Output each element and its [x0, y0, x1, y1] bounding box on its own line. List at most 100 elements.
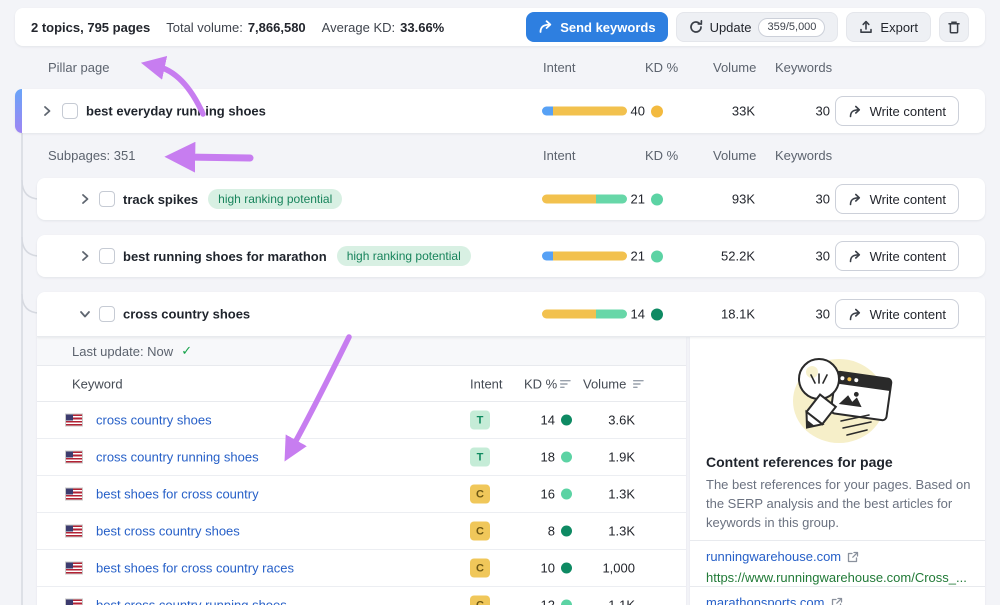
us-flag-icon	[65, 562, 83, 575]
keyword-table: Last update: Now ✓ Keyword Intent KD % V…	[37, 337, 686, 605]
last-update-text: Last update: Now	[72, 344, 173, 359]
pillar-page-row[interactable]: best everyday running shoes 40 33K 30 Wr…	[15, 89, 985, 133]
trash-icon[interactable]	[685, 412, 686, 428]
keyword-link[interactable]: best shoes for cross country races	[96, 561, 294, 576]
pillar-page-section-label: Pillar page	[48, 60, 109, 75]
subpages-section-label: Subpages: 351	[48, 148, 135, 163]
chevron-right-icon[interactable]	[78, 249, 92, 263]
column-header-intent: Intent	[543, 148, 576, 163]
pillar-page-title[interactable]: best everyday running shoes	[86, 104, 266, 119]
column-header-keywords: Keywords	[775, 60, 832, 75]
topics-pages-count: 2 topics, 795 pages	[31, 20, 150, 35]
chevron-right-icon[interactable]	[40, 104, 54, 118]
write-content-button[interactable]: Write content	[835, 184, 959, 214]
chevron-down-icon[interactable]	[78, 307, 92, 321]
divider	[690, 540, 985, 541]
keywords-cell: 30	[760, 192, 830, 207]
reference-domain-link[interactable]: runningwarehouse.com	[706, 549, 859, 564]
ranking-potential-badge: high ranking potential	[208, 189, 342, 209]
subpage-title[interactable]: best running shoes for marathon	[123, 249, 327, 264]
row-checkbox[interactable]	[99, 306, 115, 322]
keyword-table-header: Keyword Intent KD % Volume	[37, 366, 686, 402]
divider	[690, 586, 985, 587]
delete-button[interactable]	[939, 12, 969, 42]
lightbulb-pencil-illustration	[777, 349, 902, 452]
keyword-row: best cross country running shoes C 12 1.…	[37, 587, 686, 605]
keyword-link[interactable]: best shoes for cross country	[96, 487, 259, 502]
keyword-link[interactable]: cross country running shoes	[96, 450, 259, 465]
trash-icon[interactable]	[685, 523, 686, 539]
ranking-potential-badge: high ranking potential	[337, 246, 471, 266]
chevron-right-icon[interactable]	[78, 192, 92, 206]
total-volume-value: 7,866,580	[248, 20, 306, 35]
update-button[interactable]: Update 359/5,000	[676, 12, 839, 42]
trash-icon[interactable]	[685, 486, 686, 502]
header-intent: Intent	[470, 376, 503, 391]
keyword-row: best cross country shoes C 8 1.3K	[37, 513, 686, 550]
arrow-to-subpages	[184, 157, 250, 158]
header-volume: Volume	[583, 376, 626, 391]
subpage-title[interactable]: cross country shoes	[123, 307, 250, 322]
export-button[interactable]: Export	[846, 12, 931, 42]
column-header-intent: Intent	[543, 60, 576, 75]
kd-cell: 14	[573, 307, 663, 322]
keywords-cell: 30	[760, 104, 830, 119]
keyword-row: cross country shoes T 14 3.6K	[37, 402, 686, 439]
volume-cell: 52.2K	[685, 249, 755, 264]
kd-cell: 21	[573, 249, 663, 264]
last-update-bar: Last update: Now ✓	[37, 337, 686, 366]
us-flag-icon	[65, 414, 83, 427]
volume-cell: 1.9K	[557, 450, 635, 465]
row-checkbox[interactable]	[99, 191, 115, 207]
column-header-kd: KD %	[645, 60, 678, 75]
trash-icon[interactable]	[685, 449, 686, 465]
content-references-panel: Content references for page The best ref…	[690, 337, 985, 605]
kd-dot	[651, 308, 663, 320]
keyword-row: cross country running shoes T 18 1.9K	[37, 439, 686, 476]
external-link-icon	[847, 551, 859, 563]
kd-dot	[651, 105, 663, 117]
subpage-row-cross-country[interactable]: cross country shoes 14 18.1K 30 Write co…	[37, 292, 985, 337]
sort-icon[interactable]	[633, 376, 644, 391]
sort-icon[interactable]	[560, 376, 571, 391]
trash-icon[interactable]	[685, 560, 686, 576]
us-flag-icon	[65, 488, 83, 501]
kd-dot	[651, 250, 663, 262]
check-icon: ✓	[181, 343, 192, 359]
keyword-strategy-builder-page: 2 topics, 795 pages Total volume: 7,866,…	[0, 0, 1000, 605]
export-icon	[859, 20, 873, 34]
us-flag-icon	[65, 451, 83, 464]
keyword-link[interactable]: cross country shoes	[96, 413, 212, 428]
write-content-button[interactable]: Write content	[835, 241, 959, 271]
volume-cell: 1,000	[557, 561, 635, 576]
subpage-title[interactable]: track spikes	[123, 192, 198, 207]
keyword-row: best shoes for cross country C 16 1.3K	[37, 476, 686, 513]
update-quota-badge: 359/5,000	[758, 18, 825, 37]
subpage-row-track-spikes[interactable]: track spikeshigh ranking potential 21 93…	[37, 178, 985, 220]
write-content-arrow-icon	[848, 308, 862, 321]
write-content-button[interactable]: Write content	[835, 299, 959, 329]
keyword-link[interactable]: best cross country running shoes	[96, 598, 287, 605]
external-link-icon	[831, 597, 843, 605]
reference-domain-link[interactable]: marathonsports.com	[706, 595, 843, 605]
references-description: The best references for your pages. Base…	[706, 475, 974, 532]
toolbar-actions: Send keywords Update 359/5,000 Export	[526, 12, 969, 42]
volume-cell: 1.3K	[557, 524, 635, 539]
keyword-link[interactable]: best cross country shoes	[96, 524, 240, 539]
kd-dot	[651, 193, 663, 205]
row-checkbox[interactable]	[62, 103, 78, 119]
pillar-accent-bar	[15, 89, 22, 133]
kd-cell: 40	[573, 104, 663, 119]
column-header-kd: KD %	[645, 148, 678, 163]
row-checkbox[interactable]	[99, 248, 115, 264]
topic-stats: 2 topics, 795 pages Total volume: 7,866,…	[31, 20, 444, 35]
send-arrow-icon	[538, 20, 553, 34]
volume-cell: 93K	[685, 192, 755, 207]
header-keyword: Keyword	[72, 376, 123, 391]
trash-icon[interactable]	[685, 597, 686, 605]
write-content-button[interactable]: Write content	[835, 96, 959, 126]
subpage-row-marathon[interactable]: best running shoes for marathon high rank…	[37, 235, 985, 277]
send-keywords-button[interactable]: Send keywords	[526, 12, 667, 42]
column-header-volume: Volume	[713, 60, 756, 75]
keyword-row: best shoes for cross country races C 10 …	[37, 550, 686, 587]
